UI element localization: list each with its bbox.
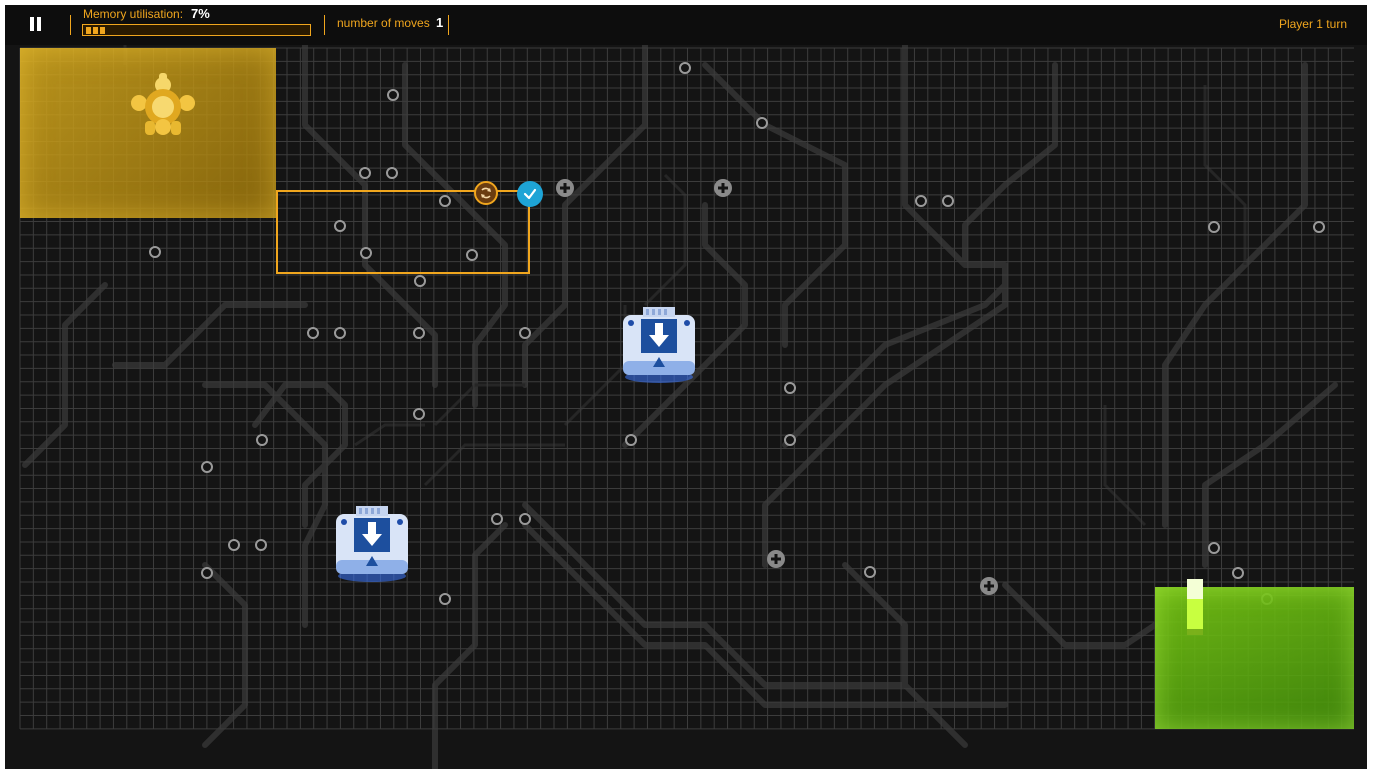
player2-base-zone[interactable] xyxy=(1155,587,1354,729)
screen: Memory utilisation: 7% number of moves 1… xyxy=(0,0,1381,769)
rotate-icon xyxy=(481,187,491,199)
hud-divider xyxy=(448,15,449,35)
data-bar-icon[interactable] xyxy=(1187,579,1205,635)
memory-value: 7% xyxy=(191,6,210,21)
pause-icon xyxy=(30,17,34,31)
top-hud-bar: Memory utilisation: 7% number of moves 1… xyxy=(5,5,1367,45)
moves-value: 1 xyxy=(436,15,444,30)
rotate-button[interactable] xyxy=(474,181,498,205)
confirm-button[interactable] xyxy=(517,181,543,207)
robot-turret-icon[interactable] xyxy=(125,65,201,145)
memory-progress-bar xyxy=(82,24,311,36)
hud-divider xyxy=(324,15,325,35)
check-icon xyxy=(523,188,537,200)
pause-button[interactable] xyxy=(27,17,43,33)
turn-indicator: Player 1 turn xyxy=(1278,17,1347,31)
download-chip-icon[interactable] xyxy=(332,504,412,584)
game-board-area: Memory utilisation: 7% number of moves 1… xyxy=(5,5,1367,769)
moves-label: number of moves xyxy=(337,16,430,30)
hud-divider xyxy=(70,15,71,35)
memory-label: Memory utilisation: xyxy=(83,7,184,21)
download-chip-icon[interactable] xyxy=(619,305,699,385)
